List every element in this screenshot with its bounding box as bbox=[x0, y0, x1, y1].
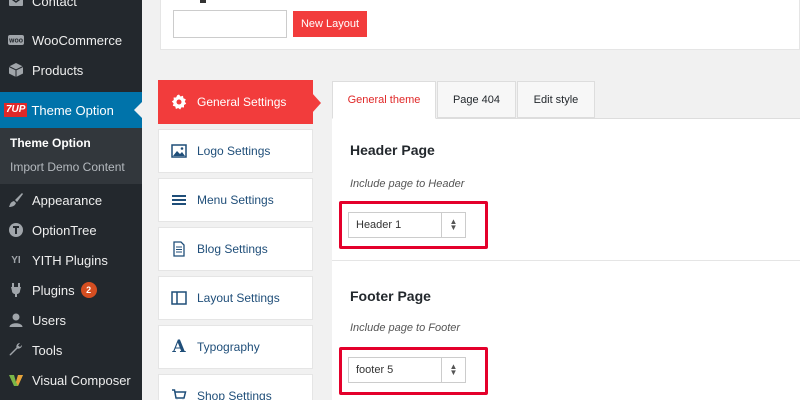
options-menu-label: Blog Settings bbox=[197, 242, 268, 256]
options-menu-layout-settings[interactable]: Layout Settings bbox=[158, 276, 313, 320]
sidebar-item-visual-composer[interactable]: Visual Composer bbox=[0, 365, 142, 395]
mail-icon bbox=[7, 0, 25, 10]
options-menu-label: General Settings bbox=[197, 95, 287, 109]
footer-page-select[interactable]: footer 5 ▲ ▼ bbox=[348, 357, 466, 383]
svg-text:WOO: WOO bbox=[9, 39, 23, 45]
user-icon bbox=[7, 311, 25, 329]
sidebar-item-label: Plugins bbox=[32, 282, 75, 298]
submenu-item-theme-option[interactable]: Theme Option bbox=[10, 136, 91, 150]
plug-icon bbox=[7, 281, 25, 299]
options-menu-menu-settings[interactable]: Menu Settings bbox=[158, 178, 313, 222]
options-menu-blog-settings[interactable]: Blog Settings bbox=[158, 227, 313, 271]
options-menu-label: Logo Settings bbox=[197, 144, 271, 158]
sidebar-item-label: OptionTree bbox=[32, 222, 97, 238]
section-divider bbox=[332, 260, 800, 261]
sidebar-item-label: YITH Plugins bbox=[32, 252, 108, 268]
tree-icon bbox=[7, 221, 25, 239]
sidebar-item-label: Visual Composer bbox=[32, 372, 131, 388]
gear-icon bbox=[169, 94, 189, 110]
layout-name-input[interactable] bbox=[173, 10, 287, 38]
sidebar-item-appearance[interactable]: Appearance bbox=[0, 185, 142, 215]
admin-sidebar: Contact WOO WooCommerce Products 7UP The… bbox=[0, 0, 142, 400]
brush-icon bbox=[7, 191, 25, 209]
list-icon bbox=[169, 192, 189, 208]
submenu-item-import-demo[interactable]: Import Demo Content bbox=[10, 160, 125, 174]
box-icon bbox=[7, 61, 25, 79]
sidebar-item-theme-option[interactable]: 7UP Theme Option bbox=[0, 92, 142, 128]
footer-page-description: Include page to Footer bbox=[350, 322, 461, 334]
options-menu-label: Layout Settings bbox=[197, 291, 280, 305]
yith-icon: YI bbox=[11, 254, 21, 266]
options-menu-label: Menu Settings bbox=[197, 193, 274, 207]
sidebar-item-label: Theme Option bbox=[31, 102, 114, 118]
woocommerce-icon: WOO bbox=[7, 31, 25, 49]
sidebar-item-label: WooCommerce bbox=[32, 32, 123, 48]
options-menu-logo-settings[interactable]: Logo Settings bbox=[158, 129, 313, 173]
sidebar-item-tools[interactable]: Tools bbox=[0, 335, 142, 365]
wrench-icon bbox=[7, 341, 25, 359]
options-menu-typography[interactable]: A Typography bbox=[158, 325, 313, 369]
sidebar-item-users[interactable]: Users bbox=[0, 305, 142, 335]
tab-general-theme[interactable]: General theme bbox=[332, 81, 436, 119]
select-arrows-icon: ▲ ▼ bbox=[441, 358, 465, 382]
options-menu-label: Shop Settings bbox=[197, 389, 272, 400]
sidebar-item-woocommerce[interactable]: WOO WooCommerce bbox=[0, 25, 142, 55]
options-menu-shop-settings[interactable]: Shop Settings bbox=[158, 374, 313, 400]
header-page-select[interactable]: Header 1 ▲ ▼ bbox=[348, 212, 466, 238]
tab-page-404[interactable]: Page 404 bbox=[437, 81, 516, 118]
sidebar-item-products[interactable]: Products bbox=[0, 55, 142, 85]
select-arrows-icon: ▲ ▼ bbox=[441, 213, 465, 237]
image-icon bbox=[169, 143, 189, 159]
new-layout-button[interactable]: New Layout bbox=[293, 11, 367, 37]
sidebar-item-label: Tools bbox=[32, 342, 63, 358]
vc-icon bbox=[7, 371, 25, 389]
document-icon bbox=[169, 241, 189, 257]
update-count-badge: 2 bbox=[80, 282, 97, 298]
sidebar-item-contact[interactable]: Contact bbox=[0, 0, 142, 16]
sidebar-item-label: Appearance bbox=[32, 192, 103, 208]
tab-edit-style[interactable]: Edit style bbox=[517, 81, 595, 118]
sidebar-item-yith-plugins[interactable]: YI YITH Plugins bbox=[0, 245, 142, 275]
columns-icon bbox=[169, 290, 189, 306]
sidebar-item-optiontree[interactable]: OptionTree bbox=[0, 215, 142, 245]
footer-page-title: Footer Page bbox=[350, 288, 431, 304]
header-page-title: Header Page bbox=[350, 142, 435, 158]
header-page-selected-value: Header 1 bbox=[356, 219, 402, 231]
7up-logo-icon: 7UP bbox=[4, 103, 28, 117]
options-menu-general-settings[interactable]: General Settings bbox=[158, 80, 321, 124]
footer-page-selected-value: footer 5 bbox=[356, 364, 394, 376]
cart-icon bbox=[169, 388, 189, 400]
theme-option-submenu: Theme Option Import Demo Content bbox=[0, 128, 142, 184]
sidebar-item-plugins[interactable]: Plugins 2 bbox=[0, 275, 142, 305]
sidebar-item-label: Products bbox=[32, 62, 84, 78]
toolbar-divider bbox=[200, 0, 206, 3]
sidebar-item-label: Users bbox=[32, 312, 66, 328]
options-menu-label: Typography bbox=[197, 340, 260, 354]
header-page-description: Include page to Header bbox=[350, 178, 465, 190]
typography-icon: A bbox=[172, 337, 186, 357]
sidebar-item-label: Contact bbox=[32, 0, 77, 9]
